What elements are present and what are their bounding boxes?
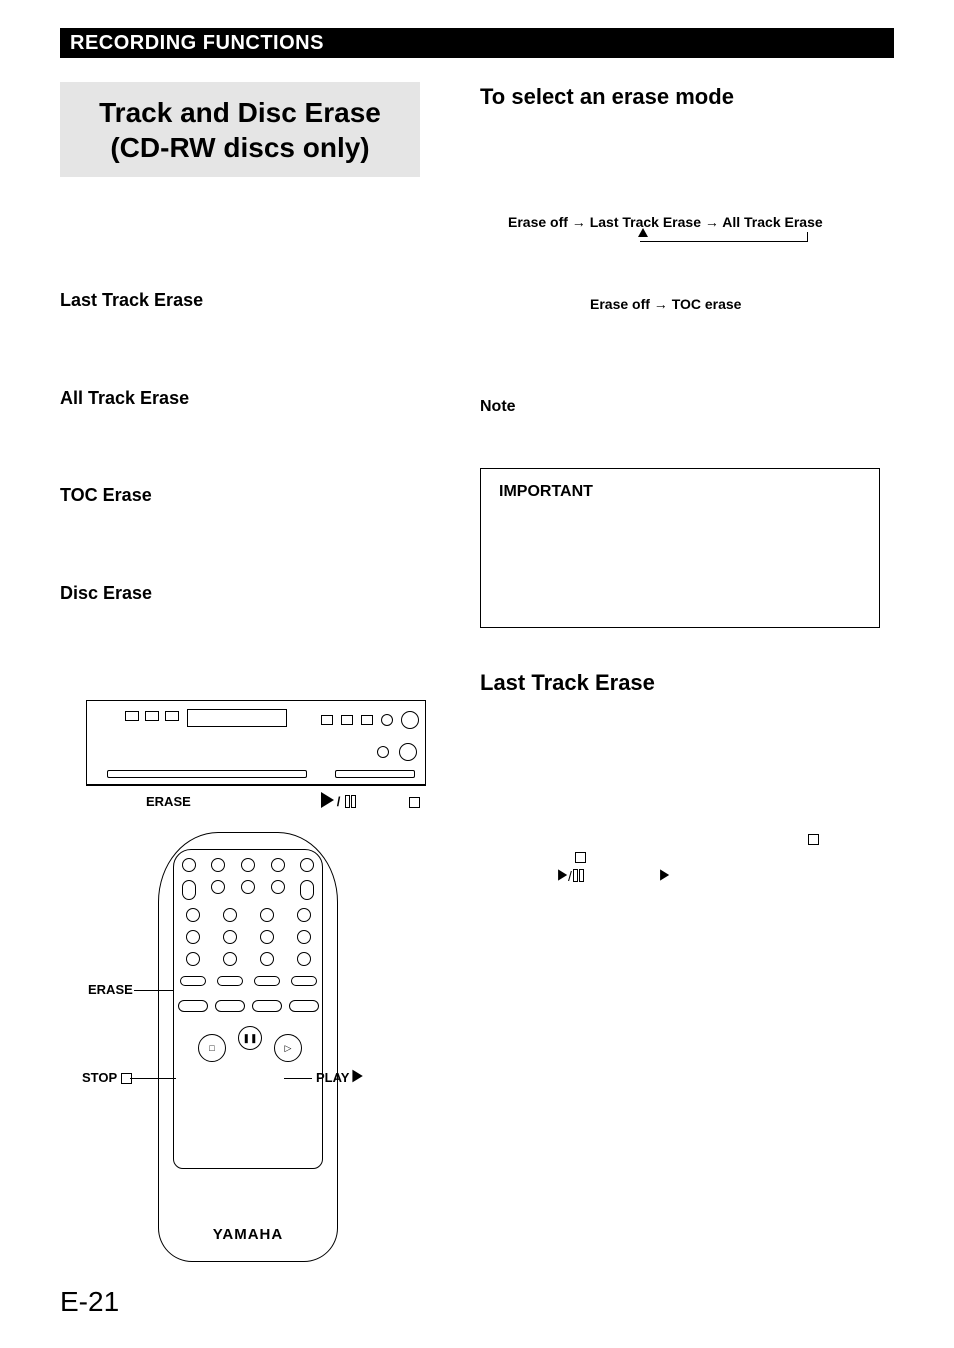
cycle-return-arrow (640, 232, 808, 242)
front-panel-erase-label: ERASE (146, 794, 191, 809)
remote-erase-label: ERASE (88, 982, 133, 997)
erase-mode-cycle-diagram-2: Erase off → TOC erase (590, 296, 741, 312)
feature-title-line2: (CD-RW discs only) (110, 130, 369, 165)
page-number: E-21 (60, 1286, 119, 1318)
important-label: IMPORTANT (499, 483, 861, 501)
front-panel-stop-label (409, 794, 420, 809)
leader-line (284, 1078, 312, 1079)
front-panel-playpause-label: / (323, 794, 356, 811)
section-header: RECORDING FUNCTIONS (60, 28, 894, 58)
feature-title-box: Track and Disc Erase (CD-RW discs only) (60, 82, 420, 177)
front-panel-illustration (86, 700, 426, 786)
remote-brand-label: YAMAHA (159, 1226, 337, 1243)
select-erase-mode-heading: To select an erase mode (480, 84, 734, 110)
remote-pause-button-icon: ❚❚ (238, 1026, 262, 1050)
feature-title-line1: Track and Disc Erase (99, 95, 381, 130)
heading-last-track-erase: Last Track Erase (60, 290, 203, 311)
last-track-erase-procedure-heading: Last Track Erase (480, 670, 655, 696)
play-pause-icon: / (558, 868, 584, 885)
heading-disc-erase: Disc Erase (60, 583, 152, 604)
leader-line (130, 1078, 176, 1079)
remote-stop-button-icon: □ (198, 1034, 226, 1062)
leader-line (134, 990, 174, 991)
remote-stop-label: STOP (82, 1070, 132, 1085)
heading-all-track-erase: All Track Erase (60, 388, 189, 409)
remote-control-illustration: □ ❚❚ ▷ YAMAHA (158, 832, 338, 1262)
remote-play-button-icon: ▷ (274, 1034, 302, 1062)
erase-mode-cycle-diagram-1: Erase off → Last Track Erase → All Track… (508, 214, 823, 230)
stop-icon (808, 830, 819, 846)
heading-toc-erase: TOC Erase (60, 485, 152, 506)
remote-play-label: PLAY (316, 1070, 363, 1085)
important-callout-box: IMPORTANT (480, 468, 880, 628)
play-icon (660, 868, 670, 884)
stop-icon (575, 848, 586, 864)
note-label: Note (480, 398, 516, 416)
